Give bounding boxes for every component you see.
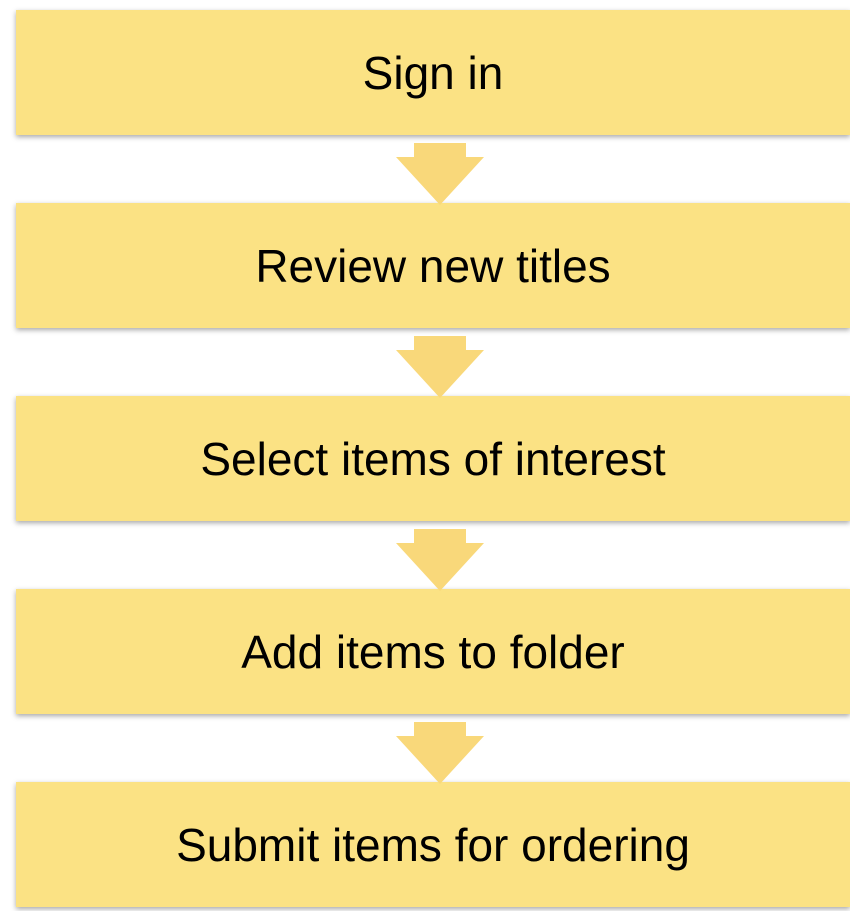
down-arrow-icon: [396, 143, 484, 205]
down-arrow-icon: [396, 722, 484, 784]
step-select-items-of-interest: Select items of interest: [16, 396, 850, 521]
step-label: Submit items for ordering: [176, 818, 690, 871]
step-label: Add items to folder: [241, 625, 625, 678]
step-add-items-to-folder: Add items to folder: [16, 589, 850, 714]
step-label: Sign in: [362, 46, 504, 99]
step-review-new-titles: Review new titles: [16, 203, 850, 328]
step-label: Review new titles: [255, 239, 611, 292]
step-submit-items-for-ordering: Submit items for ordering: [16, 782, 850, 907]
process-flowchart: Sign in Review new titles Select items o…: [0, 0, 850, 911]
down-arrow-icon: [396, 529, 484, 591]
step-label: Select items of interest: [200, 432, 666, 485]
step-sign-in: Sign in: [16, 10, 850, 135]
down-arrow-icon: [396, 336, 484, 398]
